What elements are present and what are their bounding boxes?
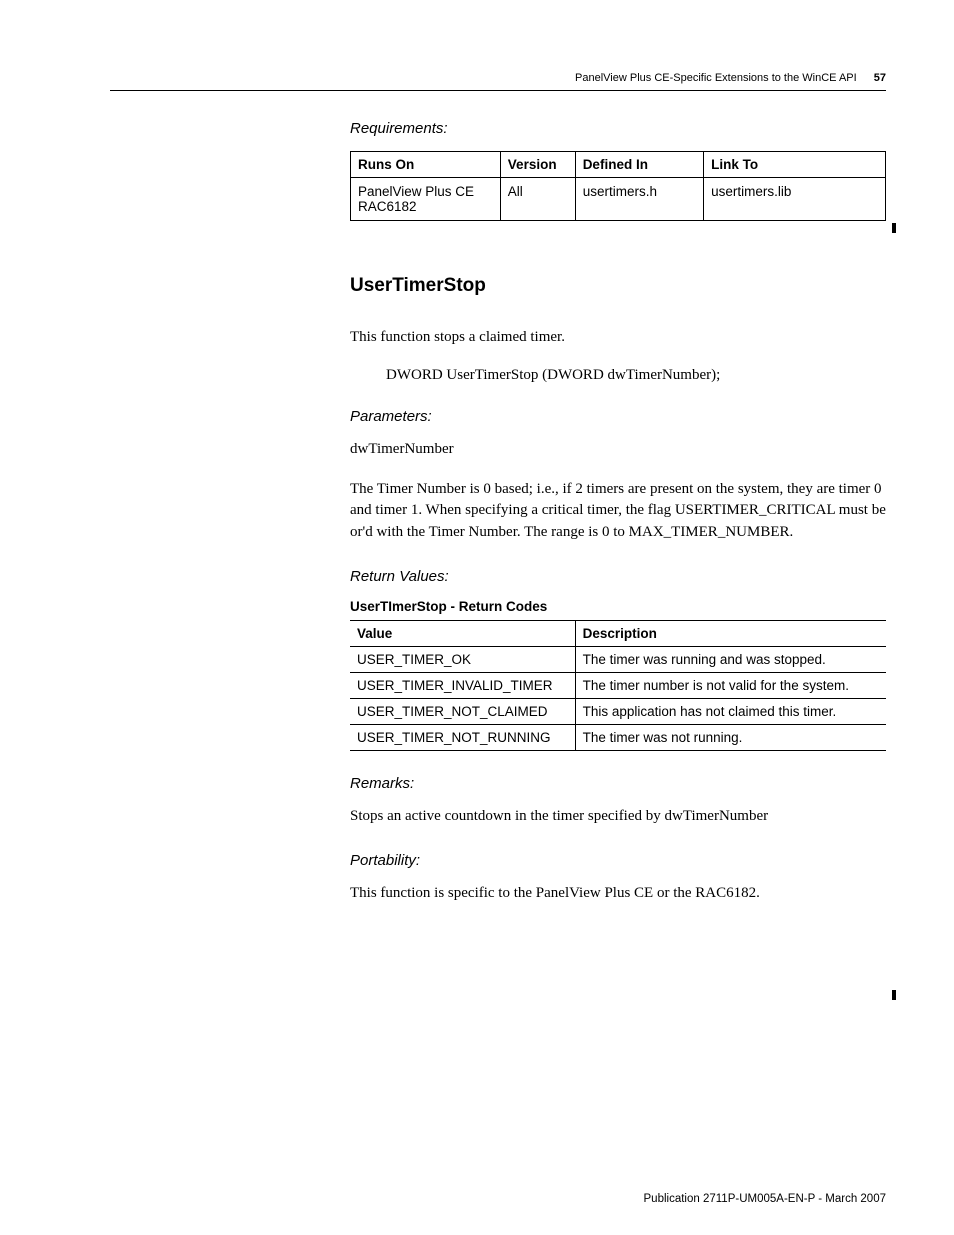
portability-text: This function is specific to the PanelVi… bbox=[350, 883, 886, 905]
parameter-name: dwTimerNumber bbox=[350, 439, 886, 461]
col-link-to: Link To bbox=[704, 152, 886, 178]
return-table-caption: UserTImerStop - Return Codes bbox=[350, 599, 886, 614]
remarks-text: Stops an active countdown in the timer s… bbox=[350, 806, 886, 828]
return-codes-table: Value Description USER_TIMER_OK The time… bbox=[350, 620, 886, 751]
change-bar-icon bbox=[892, 990, 896, 1000]
table-row: USER_TIMER_OK The timer was running and … bbox=[350, 646, 886, 672]
cell-runs-on: PanelView Plus CE RAC6182 bbox=[351, 178, 501, 221]
table-header-row: Value Description bbox=[350, 620, 886, 646]
col-description: Description bbox=[575, 620, 886, 646]
portability-heading: Portability: bbox=[350, 852, 886, 869]
publication-footer: Publication 2711P-UM005A-EN-P - March 20… bbox=[644, 1193, 886, 1205]
table-row: USER_TIMER_NOT_CLAIMED This application … bbox=[350, 698, 886, 724]
col-runs-on: Runs On bbox=[351, 152, 501, 178]
function-signature: DWORD UserTimerStop (DWORD dwTimerNumber… bbox=[386, 367, 886, 384]
cell-link-to: usertimers.lib bbox=[704, 178, 886, 221]
cell-description: The timer was running and was stopped. bbox=[575, 646, 886, 672]
table-row: USER_TIMER_NOT_RUNNING The timer was not… bbox=[350, 724, 886, 750]
cell-value: USER_TIMER_OK bbox=[350, 646, 575, 672]
cell-defined-in: usertimers.h bbox=[575, 178, 703, 221]
return-values-heading: Return Values: bbox=[350, 568, 886, 585]
table-row: USER_TIMER_INVALID_TIMER The timer numbe… bbox=[350, 672, 886, 698]
parameter-description: The Timer Number is 0 based; i.e., if 2 … bbox=[350, 479, 886, 544]
requirements-table: Runs On Version Defined In Link To Panel… bbox=[350, 151, 886, 221]
col-defined-in: Defined In bbox=[575, 152, 703, 178]
cell-description: The timer number is not valid for the sy… bbox=[575, 672, 886, 698]
table-row: PanelView Plus CE RAC6182 All usertimers… bbox=[351, 178, 886, 221]
function-intro: This function stops a claimed timer. bbox=[350, 327, 886, 349]
cell-value: USER_TIMER_NOT_RUNNING bbox=[350, 724, 575, 750]
cell-version: All bbox=[500, 178, 575, 221]
function-title: UserTimerStop bbox=[350, 275, 886, 297]
parameters-heading: Parameters: bbox=[350, 408, 886, 425]
requirements-heading: Requirements: bbox=[350, 120, 886, 137]
col-value: Value bbox=[350, 620, 575, 646]
cell-value: USER_TIMER_NOT_CLAIMED bbox=[350, 698, 575, 724]
cell-description: This application has not claimed this ti… bbox=[575, 698, 886, 724]
cell-value: USER_TIMER_INVALID_TIMER bbox=[350, 672, 575, 698]
remarks-heading: Remarks: bbox=[350, 775, 886, 792]
table-header-row: Runs On Version Defined In Link To bbox=[351, 152, 886, 178]
col-version: Version bbox=[500, 152, 575, 178]
cell-description: The timer was not running. bbox=[575, 724, 886, 750]
